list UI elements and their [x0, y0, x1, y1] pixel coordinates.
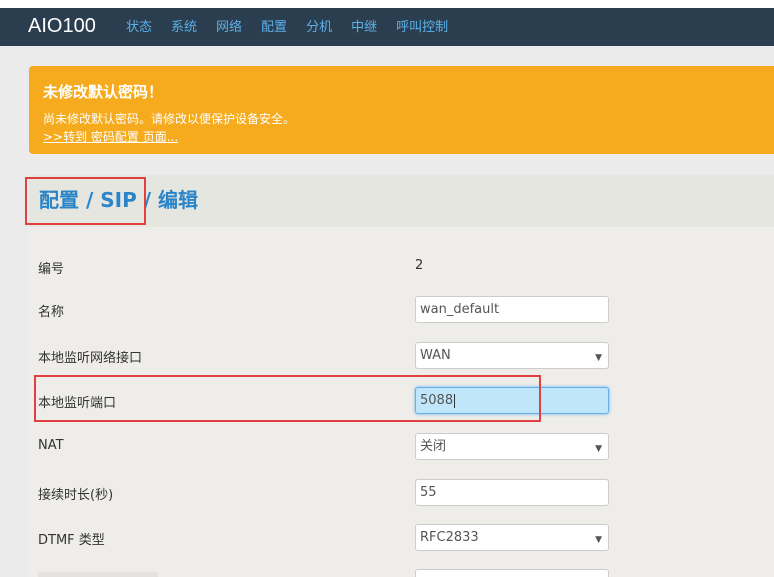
nat-select[interactable]: 关闭 ▼ [415, 433, 609, 460]
text-cursor [454, 393, 456, 408]
edit-panel: 配置 / SIP / 编辑 [29, 175, 774, 577]
nav-item-trunk[interactable]: 中继 [351, 20, 377, 36]
password-warning-alert: 未修改默认密码！ 尚未修改默认密码。请修改以便保护设备安全。 >>转到 密码配置… [29, 66, 774, 154]
cutoff-row-field[interactable] [415, 569, 609, 577]
interface-label: 本地监听网络接口 [38, 351, 143, 366]
nav-item-extension[interactable]: 分机 [306, 20, 332, 36]
brand-logo[interactable]: AIO100 [28, 14, 96, 38]
panel-header: 配置 / SIP / 编辑 [29, 175, 774, 227]
nav-item-call-control[interactable]: 呼叫控制 [396, 20, 448, 36]
name-input-value: wan_default [420, 302, 500, 317]
dtmf-label: DTMF 类型 [38, 533, 105, 548]
chevron-down-icon: ▼ [595, 353, 602, 363]
breadcrumb: 配置 / SIP / 编辑 [39, 188, 198, 212]
nat-select-value: 关闭 [420, 439, 447, 454]
cutoff-row-label [38, 572, 158, 577]
name-label: 名称 [38, 305, 65, 320]
interface-select-value: WAN [420, 348, 451, 363]
keepalive-label: 接续时长(秒) [38, 488, 114, 503]
port-label: 本地监听端口 [38, 396, 117, 411]
id-label: 编号 [38, 262, 65, 277]
main-nav: 状态 系统 网络 配置 分机 中继 呼叫控制 [126, 20, 467, 36]
name-input[interactable]: wan_default [415, 296, 609, 323]
nav-item-status[interactable]: 状态 [126, 20, 152, 36]
interface-select[interactable]: WAN ▼ [415, 342, 609, 369]
nav-item-system[interactable]: 系统 [171, 20, 197, 36]
keepalive-input[interactable]: 55 [415, 479, 609, 506]
id-value: 2 [415, 258, 424, 273]
alert-text: 尚未修改默认密码。请修改以便保护设备安全。 [43, 112, 296, 126]
password-config-link[interactable]: >>转到 密码配置 页面... [43, 128, 178, 145]
top-strip [0, 0, 774, 8]
nav-item-config[interactable]: 配置 [261, 20, 287, 36]
chevron-down-icon: ▼ [595, 535, 602, 545]
dtmf-select-value: RFC2833 [420, 530, 479, 545]
nat-label: NAT [38, 438, 64, 453]
port-input-value: 5088 [420, 393, 454, 408]
keepalive-input-value: 55 [420, 485, 437, 500]
alert-title: 未修改默认密码！ [43, 83, 164, 101]
chevron-down-icon: ▼ [595, 444, 602, 454]
navbar: AIO100 状态 系统 网络 配置 分机 中继 呼叫控制 [0, 8, 774, 46]
nav-item-network[interactable]: 网络 [216, 20, 242, 36]
dtmf-select[interactable]: RFC2833 ▼ [415, 524, 609, 551]
port-input[interactable]: 5088 [415, 387, 609, 414]
